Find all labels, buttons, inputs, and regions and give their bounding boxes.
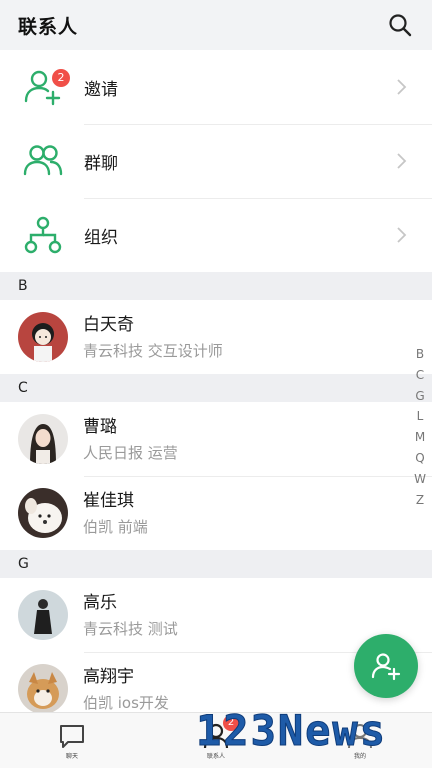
avatar — [18, 664, 68, 714]
contacts-screen: 联系人 2 邀请 群聊 组织 B 白天奇 青云科技 交互设计师 C 曹璐 人民日… — [0, 0, 432, 768]
section-header-g: G — [0, 550, 432, 578]
section-header-c: C — [0, 374, 432, 402]
group-icon — [14, 133, 72, 189]
tab-contacts[interactable]: 2 联系人 — [144, 713, 288, 768]
bottom-tab-bar: 聊天 2 联系人 我的 — [0, 712, 432, 768]
index-letter[interactable]: B — [416, 344, 424, 365]
index-letter[interactable]: L — [417, 406, 424, 427]
index-letter[interactable]: G — [415, 386, 424, 407]
chevron-right-icon — [397, 153, 407, 169]
top-header: 联系人 — [0, 0, 432, 50]
contact-row[interactable]: 白天奇 青云科技 交互设计师 — [0, 300, 432, 374]
contact-name: 曹璐 — [83, 417, 117, 437]
feature-label: 邀请 — [84, 79, 118, 100]
contact-subtitle: 伯凯 ios开发 — [83, 694, 169, 712]
chevron-right-icon — [397, 227, 407, 243]
add-contact-button[interactable] — [354, 634, 418, 698]
feature-list: 2 邀请 群聊 组织 — [0, 50, 432, 272]
contact-subtitle: 人民日报 运营 — [83, 444, 178, 462]
profile-icon — [348, 723, 372, 748]
index-letter[interactable]: C — [416, 365, 424, 386]
tab-chat[interactable]: 聊天 — [0, 713, 144, 768]
contact-subtitle: 青云科技 交互设计师 — [83, 342, 223, 360]
tab-label: 联系人 — [206, 752, 225, 760]
avatar — [18, 414, 68, 464]
section-header-b: B — [0, 272, 432, 300]
index-letter[interactable]: Z — [416, 490, 424, 511]
search-icon[interactable] — [386, 11, 414, 39]
contact-row[interactable]: 曹璐 人民日报 运营 — [0, 402, 432, 476]
avatar — [18, 488, 68, 538]
invite-badge: 2 — [52, 69, 70, 87]
add-user-icon — [371, 653, 401, 681]
tab-profile[interactable]: 我的 — [288, 713, 432, 768]
feature-group-chat[interactable]: 群聊 — [0, 124, 432, 198]
contact-subtitle: 伯凯 前端 — [83, 518, 148, 536]
contact-subtitle: 青云科技 测试 — [83, 620, 178, 638]
tab-label: 我的 — [353, 752, 366, 760]
avatar — [18, 312, 68, 362]
page-title: 联系人 — [18, 15, 79, 38]
index-letter[interactable]: M — [415, 427, 425, 448]
feature-organization[interactable]: 组织 — [0, 198, 432, 272]
contact-name: 白天奇 — [83, 315, 134, 335]
contact-row[interactable]: 崔佳琪 伯凯 前端 — [0, 476, 432, 550]
chat-icon — [60, 724, 84, 748]
chevron-right-icon — [397, 79, 407, 95]
contact-name: 高翔宇 — [83, 667, 134, 687]
feature-invite[interactable]: 2 邀请 — [0, 50, 432, 124]
tab-label: 聊天 — [65, 752, 78, 760]
alphabet-index[interactable]: B C G L M Q W Z — [412, 344, 428, 510]
index-letter[interactable]: Q — [415, 448, 424, 469]
org-chart-icon — [14, 207, 72, 263]
contacts-badge: 2 — [223, 715, 239, 731]
feature-label: 群聊 — [84, 153, 118, 174]
feature-label: 组织 — [84, 227, 118, 248]
add-user-icon: 2 — [14, 59, 72, 115]
contact-name: 崔佳琪 — [83, 491, 134, 511]
avatar — [18, 590, 68, 640]
contact-name: 高乐 — [83, 593, 117, 613]
index-letter[interactable]: W — [414, 469, 426, 490]
